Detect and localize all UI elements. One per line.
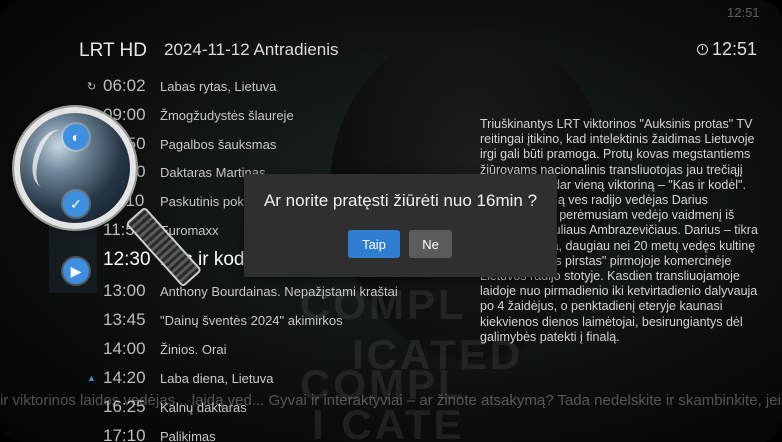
top-right-time: 12:51 <box>727 5 760 20</box>
reminder-icon: ▲ <box>87 373 96 383</box>
schedule-row[interactable]: ↻ 06:02 Labas rytas, Lietuva <box>87 72 277 100</box>
row-time: 06:02 <box>103 76 146 95</box>
resume-dialog: Ar norite pratęsti žiūrėti nuo 16min ? T… <box>244 174 557 277</box>
row-time: 14:20 <box>103 368 146 387</box>
clock-icon <box>697 44 708 55</box>
row-title: "Dainų šventės 2024" akimirkos <box>160 312 343 328</box>
clock-time: 12:51 <box>712 39 758 59</box>
row-title: Žmogžudystės šlaureje <box>160 107 294 123</box>
row-title: Laba diena, Lietuva <box>160 370 274 386</box>
schedule-row[interactable]: 17:10 Palikimas <box>103 422 216 442</box>
no-button[interactable]: Ne <box>409 230 452 258</box>
tv-screen: COMPL ICATED COMPL I CATE 12:51 LRT HD 2… <box>0 0 782 442</box>
epg-date: 2024-11-12 Antradienis <box>164 40 339 59</box>
play-icon[interactable]: ▶ <box>63 258 89 284</box>
row-title: Palikimas <box>160 428 216 442</box>
clock: 12:51 <box>697 39 757 60</box>
row-title: Pagalbos šauksmas <box>160 136 277 152</box>
row-time: 14:00 <box>103 339 146 358</box>
row-time: 13:00 <box>103 281 146 300</box>
channel-name: LRT HD <box>79 40 147 61</box>
news-ticker: ir viktorinos laidos vedėjas... laidą ve… <box>0 392 782 409</box>
contrast-icon[interactable]: ◐ <box>63 124 89 150</box>
schedule-row[interactable]: 13:00 Anthony Bourdainas. Nepažįstami kr… <box>103 277 398 305</box>
row-title: Žinios. Orai <box>160 341 227 357</box>
row-time: 13:45 <box>103 310 146 329</box>
row-title: Labas rytas, Lietuva <box>160 78 277 94</box>
yes-button[interactable]: Taip <box>348 230 400 258</box>
row-title: Anthony Bourdainas. Nepažįstami kraštai <box>160 283 398 299</box>
schedule-row[interactable]: ▲ 14:20 Laba diena, Lietuva <box>87 364 274 392</box>
schedule-row[interactable]: 13:45 "Dainų šventės 2024" akimirkos <box>103 306 343 334</box>
dialog-message: Ar norite pratęsti žiūrėti nuo 16min ? <box>263 191 538 210</box>
check-icon[interactable]: ✓ <box>63 191 89 217</box>
schedule-row[interactable]: 14:00 Žinios. Orai <box>103 335 226 363</box>
replay-icon: ↻ <box>87 80 97 93</box>
row-time: 17:10 <box>103 426 146 442</box>
schedule-row[interactable]: 09:00 Žmogžudystės šlaureje <box>103 101 294 129</box>
